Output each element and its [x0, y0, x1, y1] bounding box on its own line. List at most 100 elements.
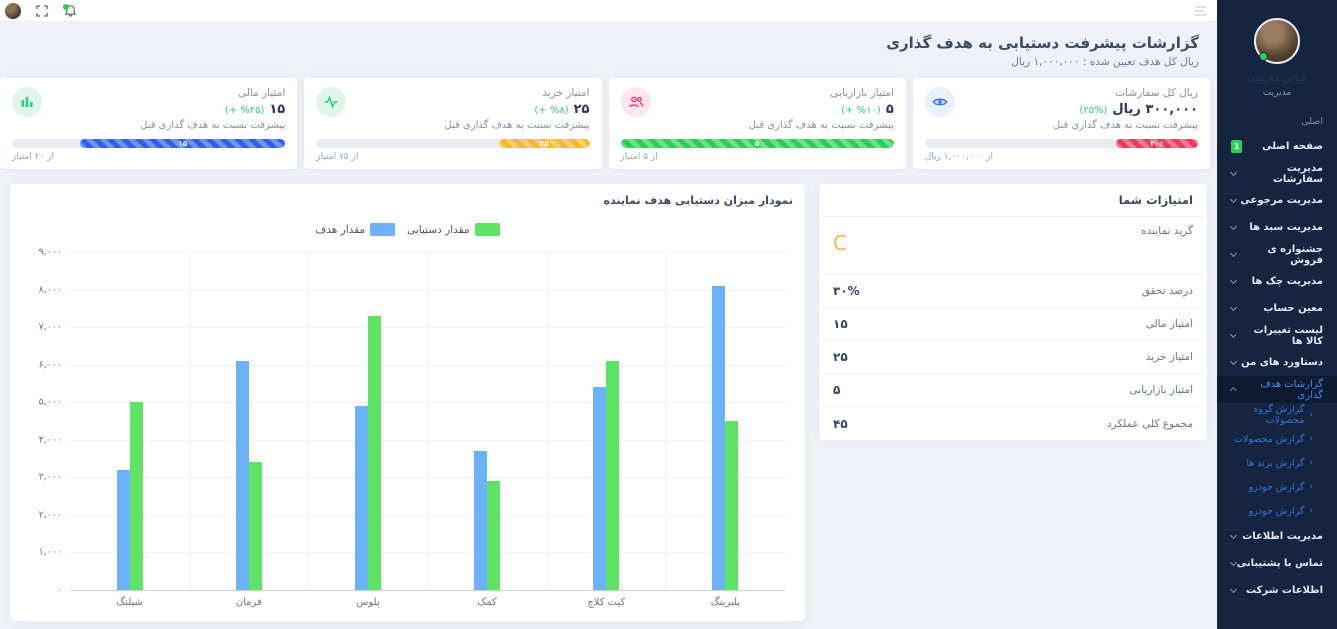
sidebar-item[interactable]: مدیریت سفارشات — [1217, 160, 1337, 187]
stat-card-value: ۲۵ — [573, 102, 590, 117]
sidebar-item[interactable]: دستاورد های من — [1217, 349, 1337, 376]
sidebar-subitem[interactable]: ‹ گزارش برند ها — [1217, 451, 1337, 475]
progress-label: ۲۵ — [539, 139, 549, 148]
sidebar-section-label: اصلی — [1301, 116, 1323, 127]
chevron-down-icon — [1229, 585, 1238, 594]
sidebar-item[interactable]: اطلاعات شرکت — [1217, 577, 1337, 604]
sidebar-item[interactable]: معین حساب — [1217, 295, 1337, 322]
sidebar-avatar[interactable] — [1254, 18, 1300, 64]
stat-card-value-row: ۱۵ (+ %۲۵) — [50, 102, 285, 117]
x-axis-category-label: پلوس — [356, 597, 380, 608]
bar-achieved — [248, 462, 262, 590]
eye-icon — [924, 87, 955, 117]
stat-card-text: امتیاز بازاریابی ۵ (+ %۱۰) پیشرفت نسبت به ه… — [659, 87, 894, 131]
bar-target — [474, 451, 488, 590]
progress-bar: ۱۵ — [12, 139, 286, 148]
x-axis-category-label: کمک — [477, 597, 497, 608]
y-axis-tick-label: ۲,۰۰۰ — [38, 509, 62, 521]
progress-fill: ۲۵ — [499, 139, 590, 148]
chevron-down-icon — [1229, 531, 1238, 540]
bar-target — [116, 469, 130, 590]
sidebar-item-label: گزارشات هدف گذاری — [1260, 378, 1323, 401]
chart-card: نمودار میزان دستیابی هدف نماینده مقدار د… — [10, 184, 805, 621]
sidebar-subitem[interactable]: ‹ گزارش خودرو — [1217, 475, 1337, 499]
y-axis-tick-label: ۸,۰۰۰ — [38, 284, 62, 296]
sidebar-item-label: اطلاعات شرکت — [1245, 585, 1323, 596]
sidebar-item-label: مدیریت اطلاعات — [1242, 531, 1323, 542]
chart-plot-area: ۰ ۱,۰۰۰ ۲,۰۰۰ ۳,۰۰۰ ۴,۰۰۰ ۵,۰۰۰ ۶,۰۰۰ ۷,۰۰۰ ۸,۰۰… — [22, 247, 793, 608]
sidebar-item[interactable]: مدیریت چک ها — [1217, 268, 1337, 295]
legend-item[interactable]: مقدار دستیابی — [407, 223, 500, 236]
sidebar-item[interactable]: مدیریت سبد ها — [1217, 214, 1337, 241]
content-area: گزارشات پیشرفت دستیابی به هدف گذاری ریال… — [0, 22, 1217, 629]
legend-swatch — [474, 223, 500, 236]
progress-caption: از ۱,۰۰۰,۰۰۰ ریال — [924, 152, 994, 162]
gridline-vertical — [189, 252, 191, 590]
legend-item[interactable]: مقدار هدف — [315, 223, 396, 236]
sidebar-item-label: جشنواره ی فروش — [1267, 243, 1323, 266]
notification-bell-icon[interactable] — [63, 3, 77, 18]
progress-caption: از ۵ امتیاز — [620, 152, 658, 162]
sidebar-item-label: دستاورد های من — [1241, 357, 1323, 368]
sidebar-item[interactable]: جشنواره ی فروش — [1217, 241, 1337, 268]
fullscreen-icon[interactable] — [35, 4, 49, 18]
progress-bar: ۳۰٪ — [924, 139, 1198, 148]
stat-card-value: ۵ — [885, 102, 894, 117]
sidebar-item[interactable]: گزارشات هدف گذاری — [1217, 376, 1337, 403]
sidebar-subitem[interactable]: ‹ گزارش گروه محصولات — [1217, 403, 1337, 427]
bar-chart-icon — [12, 87, 42, 117]
y-axis-tick-label: ۳,۰۰۰ — [38, 471, 62, 483]
x-axis-category-label: فرمان — [235, 597, 262, 608]
bar-target — [712, 285, 726, 590]
page-header: گزارشات پیشرفت دستیابی به هدف گذاری ریال… — [0, 22, 1217, 78]
x-axis-category-label: بلبرینگ — [710, 597, 741, 608]
sidebar-subitem-label: گزارش برند ها — [1246, 457, 1305, 469]
progress-bar: ۲۵ — [316, 139, 590, 148]
sidebar-subitem[interactable]: ‹ گزارش خودرو — [1217, 499, 1337, 523]
sidebar-user-role: مدیریت — [1262, 88, 1292, 98]
stat-card: ریال کل سفارشات ۳۰۰,۰۰۰ ریال (۲۵%) پیشرفت ن… — [912, 78, 1210, 169]
page-subtitle: ریال کل هدف تعیین شده : ۱,۰۰۰,۰۰۰ ریال — [1011, 56, 1199, 68]
stat-card-text: ریال کل سفارشات ۳۰۰,۰۰۰ ریال (۲۵%) پیشرفت ن… — [963, 87, 1198, 131]
stat-card: امتیاز مالی ۱۵ (+ %۲۵) پیشرفت نسبت به هدف گ… — [0, 78, 298, 169]
sidebar-subitem-label: گزارش خودرو — [1248, 481, 1305, 493]
y-axis-tick-label: ۴,۰۰۰ — [38, 434, 62, 446]
page-title: گزارشات پیشرفت دستیابی به هدف گذاری — [886, 34, 1199, 52]
stat-card-top: امتیاز بازاریابی ۵ (+ %۱۰) پیشرفت نسبت به ه… — [620, 87, 894, 131]
stat-card-title: امتیاز خرید — [542, 87, 590, 99]
sidebar-item[interactable]: تماس با پشتیبانی — [1217, 550, 1337, 577]
score-row-value: ۵ — [833, 383, 841, 397]
progress-fill: ۱۵ — [80, 139, 286, 148]
sidebar-item[interactable]: مدیریت مرجوعی — [1217, 187, 1337, 214]
gridline-vertical — [427, 252, 429, 590]
bar-achieved — [129, 402, 143, 590]
sidebar-item-label: تماس با پشتیبانی — [1236, 558, 1323, 569]
bar-achieved — [487, 481, 501, 590]
sidebar-subitem[interactable]: ‹ گزارش محصولات — [1217, 427, 1337, 451]
scores-panel-title: امتیازات شما — [819, 184, 1207, 217]
stat-card-value: ۳۰۰,۰۰۰ ریال — [1112, 102, 1198, 117]
x-axis-category-label: کیت کلاچ — [587, 597, 626, 608]
activity-icon — [316, 87, 347, 117]
sidebar-subitem-label: گزارش خودرو — [1248, 505, 1305, 517]
menu-icon[interactable] — [1195, 5, 1207, 16]
progress-caption: از ۲۰ امتیاز — [12, 152, 55, 162]
score-row-value: ۴۵ — [833, 416, 848, 431]
stat-card-top: ریال کل سفارشات ۳۰۰,۰۰۰ ریال (۲۵%) پیشرفت ن… — [924, 87, 1198, 131]
progress-fill: ۵ — [620, 139, 894, 148]
sidebar-item[interactable]: صفحه اصلی 1 — [1217, 133, 1337, 160]
online-status-dot — [1259, 52, 1268, 61]
y-axis-tick-label: ۶,۰۰۰ — [38, 359, 62, 371]
sidebar-item[interactable]: لیست تغییرات کالا ها — [1217, 322, 1337, 349]
sidebar-item-label: معین حساب — [1263, 303, 1323, 314]
user-avatar[interactable] — [5, 2, 21, 19]
score-row-label: امتیاز خرید — [1145, 351, 1193, 363]
stat-card-title: امتیاز مالی — [237, 87, 286, 99]
y-axis-tick-label: ۵,۰۰۰ — [38, 396, 62, 408]
sidebar-item[interactable]: مدیریت اطلاعات — [1217, 523, 1337, 550]
stat-card-title: ریال کل سفارشات — [1115, 87, 1198, 99]
score-row: گرید نماینده C — [819, 217, 1207, 275]
chevron-down-icon — [1229, 303, 1238, 312]
bar-achieved — [725, 421, 739, 590]
stat-card-subtitle: پیشرفت نسبت به هدف گذاری قبل — [1052, 120, 1198, 131]
